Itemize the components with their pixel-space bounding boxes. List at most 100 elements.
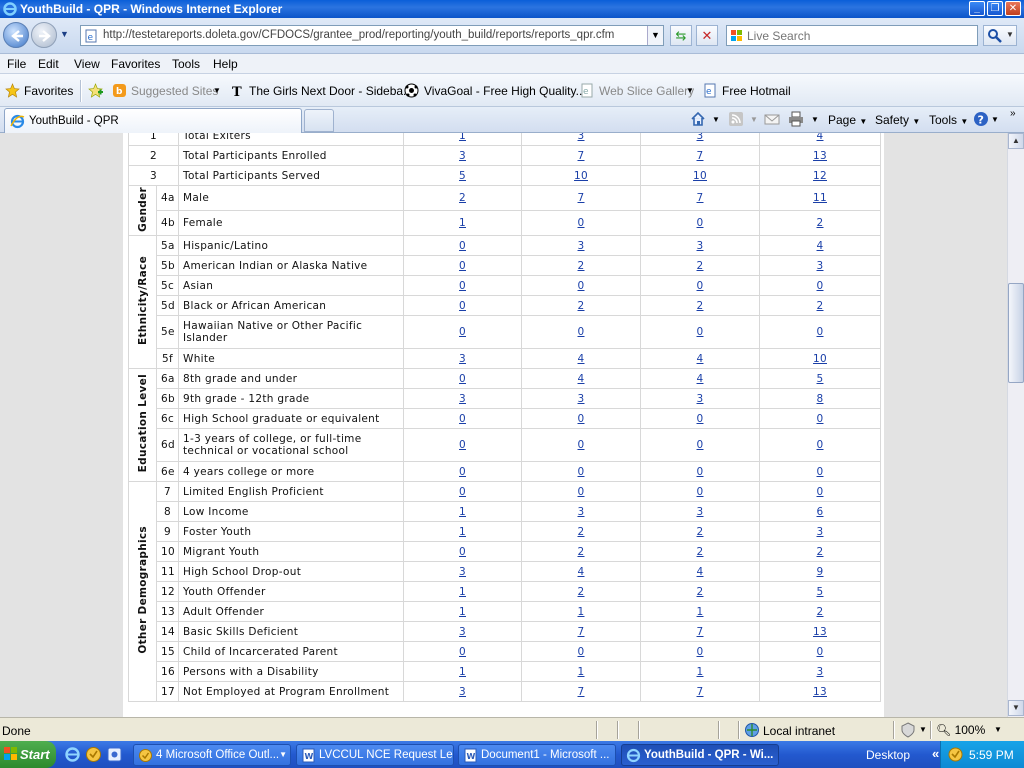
count-link[interactable]: 3 <box>697 393 704 405</box>
menu-file[interactable]: File <box>7 57 26 71</box>
stop-button[interactable]: ✕ <box>696 25 718 46</box>
add-to-favorites-icon[interactable] <box>88 83 103 98</box>
address-field[interactable]: e http://testetareports.doleta.gov/CFDOC… <box>80 25 664 46</box>
count-link[interactable]: 3 <box>459 686 466 698</box>
count-link[interactable]: 4 <box>817 240 824 252</box>
count-link[interactable]: 2 <box>817 606 824 618</box>
count-link[interactable]: 9 <box>817 566 824 578</box>
count-link[interactable]: 4 <box>697 353 704 365</box>
count-link[interactable]: 4 <box>697 373 704 385</box>
count-link[interactable]: 0 <box>459 326 466 338</box>
search-input[interactable] <box>747 28 972 43</box>
count-link[interactable]: 0 <box>697 280 704 292</box>
count-link[interactable]: 2 <box>578 260 585 272</box>
favorites-button[interactable]: Favorites <box>24 84 73 98</box>
zoom-control[interactable]: 🔍︎ 100% <box>936 723 985 737</box>
count-link[interactable]: 5 <box>817 373 824 385</box>
count-link[interactable]: 0 <box>697 326 704 338</box>
start-button[interactable]: Start <box>0 741 56 768</box>
count-link[interactable]: 0 <box>459 373 466 385</box>
count-link[interactable]: 7 <box>697 686 704 698</box>
quicklaunch-ie-icon[interactable] <box>64 746 81 763</box>
minimize-button[interactable]: _ <box>969 1 985 16</box>
count-link[interactable]: 2 <box>578 526 585 538</box>
safety-menu[interactable]: Safety ▼ <box>875 113 920 127</box>
count-link[interactable]: 0 <box>697 486 704 498</box>
count-link[interactable]: 2 <box>578 300 585 312</box>
zoom-dropdown-icon[interactable]: ▼ <box>994 725 1002 734</box>
count-link[interactable]: 7 <box>578 150 585 162</box>
count-link[interactable]: 7 <box>697 626 704 638</box>
free-hotmail-link[interactable]: Free Hotmail <box>722 84 791 98</box>
count-link[interactable]: 13 <box>813 150 827 162</box>
count-link[interactable]: 11 <box>813 192 827 204</box>
count-link[interactable]: 10 <box>574 170 588 182</box>
count-link[interactable]: 0 <box>578 280 585 292</box>
count-link[interactable]: 0 <box>459 546 466 558</box>
home-icon[interactable] <box>690 111 706 127</box>
page-menu[interactable]: Page ▼ <box>828 113 867 127</box>
web-slice-gallery-link[interactable]: Web Slice Gallery <box>599 84 694 98</box>
count-link[interactable]: 3 <box>697 133 704 142</box>
count-link[interactable]: 4 <box>578 566 585 578</box>
read-mail-icon[interactable] <box>764 111 780 127</box>
feeds-dropdown-icon[interactable]: ▼ <box>750 115 758 124</box>
quicklaunch-outlook-icon[interactable] <box>85 746 102 763</box>
count-link[interactable]: 0 <box>578 326 585 338</box>
scroll-thumb[interactable] <box>1008 283 1024 383</box>
count-link[interactable]: 0 <box>459 439 466 451</box>
count-link[interactable]: 1 <box>697 606 704 618</box>
tab-youthbuild-qpr[interactable]: YouthBuild - QPR <box>4 108 302 133</box>
count-link[interactable]: 1 <box>697 666 704 678</box>
suggested-sites-link[interactable]: Suggested Sites <box>131 84 218 98</box>
print-icon[interactable] <box>788 111 804 127</box>
count-link[interactable]: 1 <box>578 666 585 678</box>
count-link[interactable]: 0 <box>578 217 585 229</box>
count-link[interactable]: 3 <box>817 526 824 538</box>
count-link[interactable]: 0 <box>817 280 824 292</box>
count-link[interactable]: 3 <box>817 666 824 678</box>
count-link[interactable]: 0 <box>697 439 704 451</box>
count-link[interactable]: 10 <box>813 353 827 365</box>
count-link[interactable]: 2 <box>817 546 824 558</box>
count-link[interactable]: 3 <box>578 240 585 252</box>
desktop-toolbar-label[interactable]: Desktop <box>866 748 910 762</box>
count-link[interactable]: 0 <box>817 413 824 425</box>
count-link[interactable]: 0 <box>578 486 585 498</box>
count-link[interactable]: 0 <box>578 413 585 425</box>
count-link[interactable]: 2 <box>697 300 704 312</box>
count-link[interactable]: 0 <box>697 466 704 478</box>
recent-pages-dropdown-icon[interactable]: ▼ <box>60 29 69 39</box>
count-link[interactable]: 3 <box>578 133 585 142</box>
tray-outlook-icon[interactable] <box>947 746 964 763</box>
count-link[interactable]: 5 <box>817 586 824 598</box>
taskbar-outlook-button[interactable]: 4 Microsoft Office Outl... ▼ <box>133 744 291 766</box>
count-link[interactable]: 0 <box>697 413 704 425</box>
count-link[interactable]: 3 <box>697 240 704 252</box>
count-link[interactable]: 2 <box>578 586 585 598</box>
new-tab-button[interactable] <box>304 109 334 132</box>
count-link[interactable]: 0 <box>459 466 466 478</box>
count-link[interactable]: 0 <box>459 300 466 312</box>
count-link[interactable]: 1 <box>459 586 466 598</box>
count-link[interactable]: 0 <box>817 466 824 478</box>
count-link[interactable]: 5 <box>459 170 466 182</box>
count-link[interactable]: 0 <box>817 326 824 338</box>
help-dropdown-icon[interactable]: ▼ <box>991 115 999 124</box>
count-link[interactable]: 2 <box>817 300 824 312</box>
count-link[interactable]: 2 <box>459 192 466 204</box>
scroll-down-button[interactable]: ▼ <box>1008 700 1024 716</box>
count-link[interactable]: 0 <box>578 646 585 658</box>
menu-tools[interactable]: Tools <box>172 57 200 71</box>
count-link[interactable]: 4 <box>578 353 585 365</box>
menu-edit[interactable]: Edit <box>38 57 59 71</box>
count-link[interactable]: 7 <box>578 192 585 204</box>
count-link[interactable]: 8 <box>817 393 824 405</box>
feeds-icon[interactable] <box>728 111 744 127</box>
taskbar-youthbuild-button[interactable]: YouthBuild - QPR - Wi... <box>621 744 779 766</box>
help-icon[interactable]: ? <box>973 111 989 127</box>
count-link[interactable]: 1 <box>459 526 466 538</box>
count-link[interactable]: 7 <box>697 192 704 204</box>
count-link[interactable]: 4 <box>578 373 585 385</box>
search-go-button[interactable]: ▼ <box>983 25 1017 46</box>
